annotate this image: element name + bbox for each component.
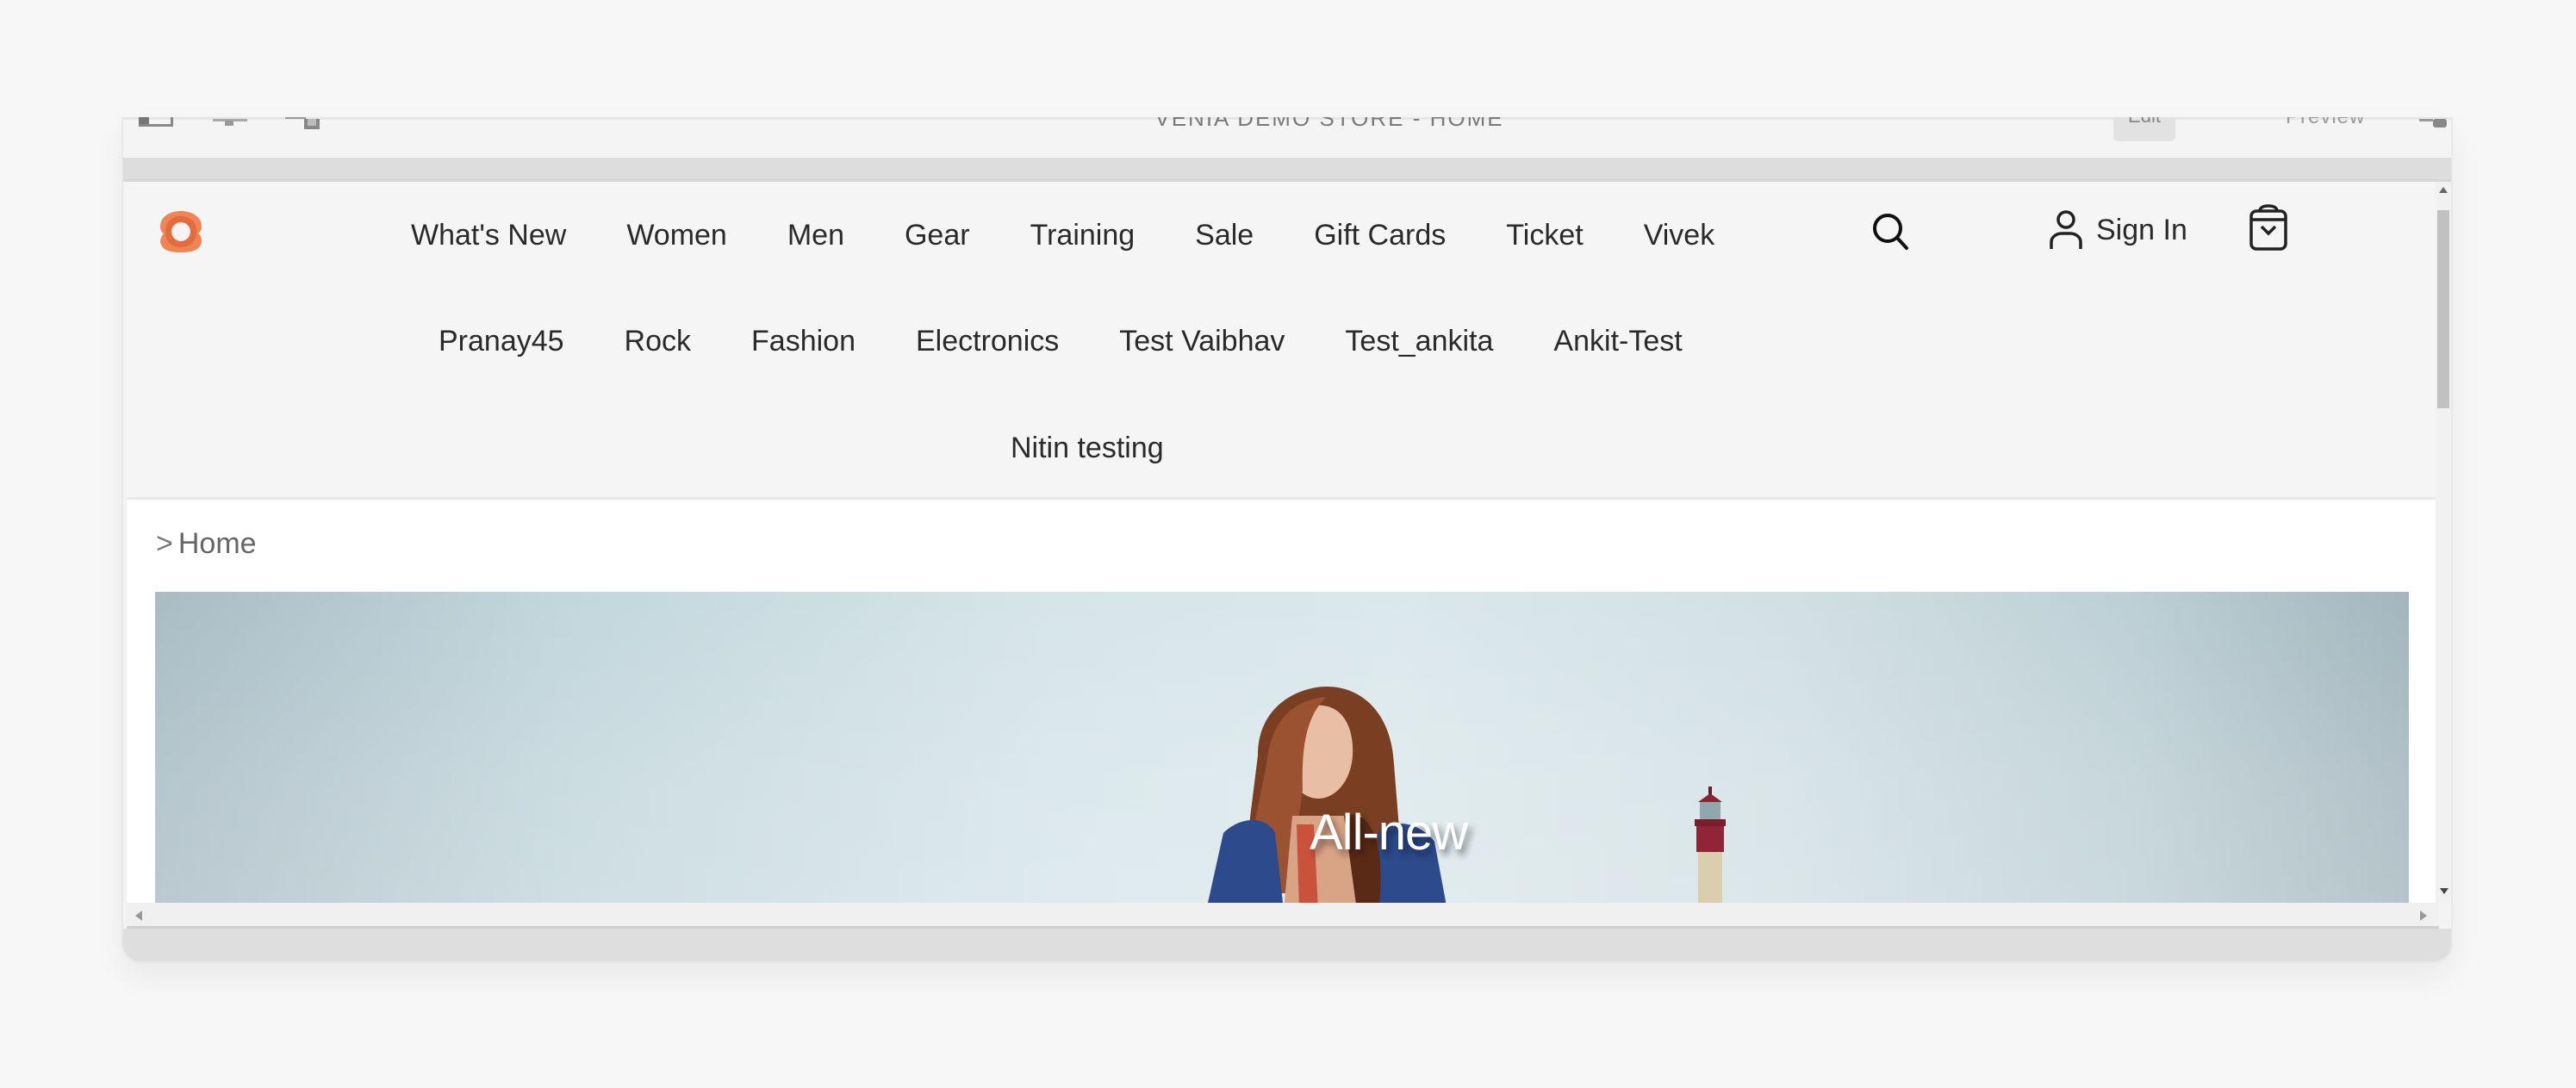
nav-item-gift-cards[interactable]: Gift Cards [1314,216,1446,254]
nav-item-sale[interactable]: Sale [1195,216,1254,254]
window-bottom-band [123,929,2451,961]
nav-item-rock[interactable]: Rock [625,322,691,360]
lighthouse-photo [1695,786,1726,903]
toolbar-divider-band [123,158,2451,182]
sidebar-toggle-icon[interactable] [139,117,177,129]
shopping-bag-icon[interactable] [2246,204,2291,254]
hero-banner[interactable]: All-new [155,592,2409,903]
model-photo [1208,687,1447,903]
scroll-left-arrow-icon[interactable] [135,911,142,921]
scroll-right-arrow-icon[interactable] [2420,911,2427,921]
nav-item-vivek[interactable]: Vivek [1644,216,1715,254]
desktop-view-icon[interactable] [213,117,251,129]
nav-item-gear[interactable]: Gear [905,216,970,254]
nav-item-pranay45[interactable]: Pranay45 [439,322,564,360]
user-icon [2050,210,2082,249]
vertical-scrollbar[interactable] [2436,182,2451,903]
preview-button[interactable]: Preview [2286,117,2365,129]
window-title: VENIA DEMO STORE - HOME [1154,117,1504,131]
edit-button[interactable]: Edit [2113,117,2175,141]
title-bar: VENIA DEMO STORE - HOME Edit Preview [123,117,2451,158]
nav-item-nitin-testing[interactable]: Nitin testing [1011,429,1164,467]
breadcrumb-separator: > [156,527,173,560]
mobile-view-icon[interactable] [285,117,323,129]
vertical-scrollbar-thumb[interactable] [2437,210,2449,408]
banner-caption: All-new [1310,805,1468,861]
scroll-down-arrow-icon[interactable] [2440,888,2448,894]
nav-item-men[interactable]: Men [787,216,844,254]
nav-item-whats-new[interactable]: What's New [411,216,566,254]
nav-item-ticket[interactable]: Ticket [1506,216,1583,254]
share-icon[interactable] [2419,117,2451,129]
nav-item-training[interactable]: Training [1030,216,1136,254]
nav-item-ankit-test[interactable]: Ankit-Test [1553,322,1682,360]
nav-item-test-vaibhav[interactable]: Test Vaibhav [1119,322,1285,360]
sign-in-label: Sign In [2096,214,2187,246]
page-viewport: What's New Women Men Gear Training Sale … [127,182,2439,903]
nav-item-test-ankita[interactable]: Test_ankita [1345,322,1493,360]
nav-item-fashion[interactable]: Fashion [751,322,856,360]
sign-in-button[interactable]: Sign In [2046,208,2187,252]
scroll-up-arrow-icon[interactable] [2439,187,2448,193]
nav-item-electronics[interactable]: Electronics [916,322,1059,360]
search-icon[interactable] [1870,209,1913,254]
store-logo[interactable] [157,208,205,256]
breadcrumb-home[interactable]: Home [178,527,257,560]
horizontal-scrollbar[interactable] [127,903,2439,929]
browser-window: VENIA DEMO STORE - HOME Edit Preview Wha… [121,117,2453,963]
nav-item-women[interactable]: Women [626,216,727,254]
store-header: What's New Women Men Gear Training Sale … [127,182,2439,500]
breadcrumb: > Home [156,525,257,563]
